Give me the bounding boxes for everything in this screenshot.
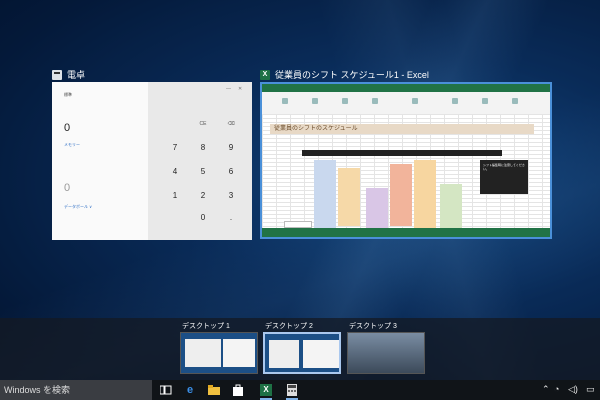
calculator-taskbar-icon[interactable] [284, 382, 300, 400]
desktop-1-thumbnail[interactable] [180, 332, 258, 374]
calculator-icon [52, 69, 62, 80]
excel-ribbon-tabs [262, 84, 550, 92]
calculator-left-pane [52, 82, 148, 240]
key-6[interactable]: 6 [220, 166, 242, 178]
desktop-1[interactable]: デスクトップ 1 [180, 322, 260, 374]
shift-column [314, 160, 336, 228]
store-icon[interactable] [230, 382, 246, 398]
calculator-display: 0 [64, 122, 71, 134]
key-3[interactable]: 3 [220, 190, 242, 202]
data-link[interactable]: データボール ∨ [64, 204, 92, 210]
shift-column [338, 168, 360, 226]
key-4[interactable]: 4 [164, 166, 186, 178]
calculator-title-text: 電卓 [67, 70, 86, 80]
key-2[interactable]: 2 [192, 190, 214, 202]
key-7[interactable]: 7 [164, 142, 186, 154]
excel-title-text: 従業員のシフト スケジュール1 - Excel [275, 70, 429, 80]
notifications-icon[interactable]: ▭ [586, 384, 595, 395]
excel-icon: X [260, 69, 270, 80]
ce-key[interactable]: CE [192, 118, 214, 130]
key-9[interactable]: 9 [220, 142, 242, 154]
excel-status-bar [262, 228, 550, 237]
decimal-key[interactable]: . [220, 212, 242, 224]
key-1[interactable]: 1 [164, 190, 186, 202]
network-icon[interactable]: ◔ [554, 384, 559, 394]
desktop-2-label: デスクトップ 2 [265, 323, 313, 330]
key-5[interactable]: 5 [192, 166, 214, 178]
calculator-mode: 標準 [64, 92, 72, 97]
edge-browser-icon[interactable]: e [182, 382, 198, 398]
key-0[interactable]: 0 [192, 212, 214, 224]
shift-column [390, 164, 412, 226]
excel-taskbar-icon[interactable]: X [258, 382, 274, 400]
desktop-3-thumbnail[interactable] [347, 332, 425, 374]
shift-column [414, 160, 436, 228]
note-callout: シフト編集時に注意してください。 [480, 160, 528, 194]
taskbar: Windows を検索 e X ⌃ ◔ ◁) ▭ [0, 380, 600, 400]
search-box[interactable]: Windows を検索 [0, 380, 152, 400]
memory-link[interactable]: メモリー [64, 142, 80, 148]
shift-column [440, 184, 462, 228]
excel-window-title[interactable]: X 従業員のシフト スケジュール1 - Excel [260, 68, 429, 81]
desktop-3-label: デスクトップ 3 [349, 323, 397, 330]
desktop-1-label: デスクトップ 1 [182, 323, 230, 330]
shift-column [366, 188, 388, 228]
excel-window-thumbnail[interactable]: 従業員のシフトのスケジュール シフト編集時に注意してください。 [260, 82, 552, 239]
calculator-window-title[interactable]: 電卓 [52, 68, 85, 81]
chevron-up-icon[interactable]: ⌃ [542, 384, 550, 395]
desktop-2-thumbnail[interactable] [263, 332, 341, 374]
sheet-header: 従業員のシフトのスケジュール [270, 124, 534, 134]
calculator-secondary-display: 0 [64, 182, 71, 194]
task-view-icon[interactable] [158, 382, 174, 398]
file-explorer-icon[interactable] [206, 382, 222, 398]
volume-icon[interactable]: ◁) [568, 384, 578, 395]
desktop-2[interactable]: デスクトップ 2 [263, 322, 343, 374]
key-8[interactable]: 8 [192, 142, 214, 154]
sheet-tab[interactable] [284, 221, 312, 228]
employee-name-row [302, 150, 502, 156]
close-icon: ✕ [238, 86, 243, 92]
backspace-key[interactable]: ⌫ [220, 118, 242, 130]
calculator-window-thumbnail[interactable]: — ✕ 標準 0 メモリー 0 データボール ∨ CE ⌫ 7 8 9 4 5 … [52, 82, 252, 240]
excel-toolbar [262, 92, 550, 115]
desktop-3[interactable]: デスクトップ 3 [347, 322, 427, 374]
minimize-icon: — [226, 86, 231, 92]
